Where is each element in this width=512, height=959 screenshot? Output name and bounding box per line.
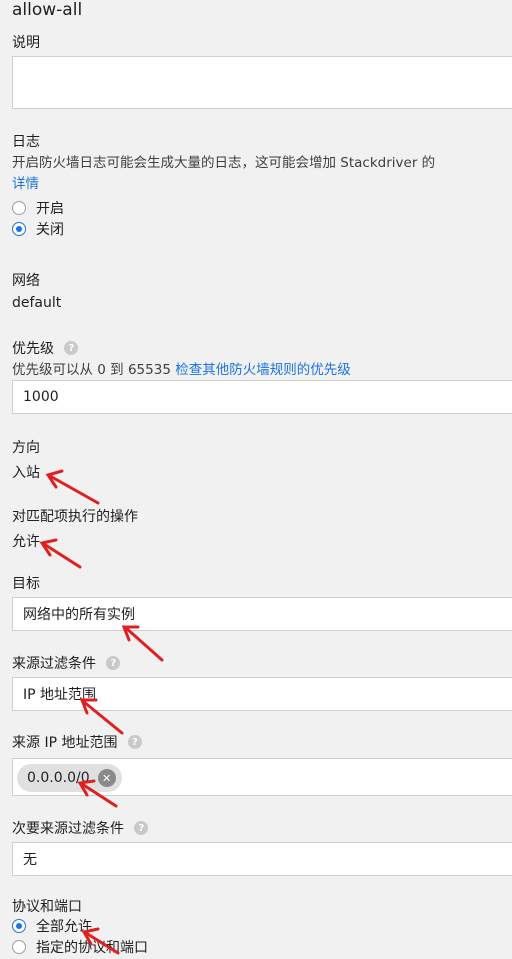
source-filter-select[interactable]: IP 地址范围 bbox=[12, 677, 512, 711]
priority-hint: 优先级可以从 0 到 65535 bbox=[12, 362, 171, 378]
protocols-option-specified-label: 指定的协议和端口 bbox=[36, 940, 148, 956]
clear-circle-icon[interactable]: ✕ bbox=[97, 769, 116, 787]
protocols-option-allow-all-label: 全部允许 bbox=[36, 919, 92, 935]
direction-label: 方向 bbox=[12, 440, 40, 456]
description-label: 说明 bbox=[12, 35, 40, 51]
priority-hint-row: 优先级可以从 0 到 65535 检查其他防火墙规则的优先级 bbox=[12, 358, 351, 378]
priority-value: 1000 bbox=[23, 389, 59, 405]
protocols-option-allow-all[interactable]: 全部允许 bbox=[12, 916, 92, 936]
secondary-filter-label-row: 次要来源过滤条件 ? bbox=[12, 818, 149, 838]
secondary-filter-value: 无 bbox=[23, 852, 37, 868]
network-label: 网络 bbox=[12, 273, 40, 289]
target-select[interactable]: 网络中的所有实例 bbox=[12, 597, 512, 631]
logs-details-link[interactable]: 详情 bbox=[12, 172, 39, 192]
radio-unchecked-icon[interactable] bbox=[12, 940, 26, 954]
source-ip-label-row: 来源 IP 地址范围 ? bbox=[12, 732, 142, 752]
red-arrow-icon bbox=[39, 538, 82, 569]
target-label: 目标 bbox=[12, 576, 40, 592]
annotation-arrows bbox=[39, 469, 164, 955]
action-label: 对匹配项执行的操作 bbox=[12, 509, 138, 525]
action-value: 允许 bbox=[12, 534, 40, 550]
secondary-filter-label: 次要来源过滤条件 bbox=[12, 821, 124, 837]
source-filter-label-row: 来源过滤条件 ? bbox=[12, 653, 121, 673]
help-circle-icon[interactable]: ? bbox=[64, 341, 79, 355]
logs-option-off-label: 关闭 bbox=[36, 222, 64, 238]
protocols-ports-label: 协议和端口 bbox=[12, 899, 82, 915]
red-arrow-icon bbox=[45, 469, 100, 505]
source-ip-chip-label: 0.0.0.0/0 bbox=[27, 770, 90, 786]
logs-option-on-label: 开启 bbox=[36, 201, 64, 217]
radio-checked-icon[interactable] bbox=[12, 919, 26, 933]
source-filter-value: IP 地址范围 bbox=[23, 687, 97, 703]
firewall-rule-name: allow-all bbox=[12, 0, 83, 20]
help-circle-icon[interactable]: ? bbox=[106, 656, 121, 670]
logs-option-off[interactable]: 关闭 bbox=[12, 219, 64, 239]
radio-unchecked-icon[interactable] bbox=[12, 201, 26, 215]
network-value: default bbox=[12, 295, 62, 311]
source-filter-label: 来源过滤条件 bbox=[12, 656, 96, 672]
radio-checked-icon[interactable] bbox=[12, 222, 26, 236]
source-ip-label: 来源 IP 地址范围 bbox=[12, 735, 118, 751]
source-ip-input[interactable]: 0.0.0.0/0 ✕ bbox=[12, 758, 512, 796]
direction-value: 入站 bbox=[12, 465, 40, 481]
red-arrow-icon bbox=[121, 625, 164, 662]
priority-label: 优先级 bbox=[12, 341, 54, 357]
priority-hint-link[interactable]: 检查其他防火墙规则的优先级 bbox=[175, 362, 351, 378]
secondary-filter-select[interactable]: 无 bbox=[12, 842, 512, 876]
logs-hint: 开启防火墙日志可能会生成大量的日志，这可能会增加 Stackdriver 的 bbox=[12, 155, 436, 171]
help-circle-icon[interactable]: ? bbox=[134, 821, 149, 835]
logs-label: 日志 bbox=[12, 134, 40, 150]
priority-input[interactable]: 1000 bbox=[12, 380, 512, 414]
source-ip-chip[interactable]: 0.0.0.0/0 ✕ bbox=[17, 764, 122, 792]
protocols-option-specified[interactable]: 指定的协议和端口 bbox=[12, 937, 148, 957]
target-value: 网络中的所有实例 bbox=[23, 607, 135, 623]
description-input[interactable] bbox=[12, 56, 512, 109]
help-circle-icon[interactable]: ? bbox=[127, 735, 142, 749]
logs-option-on[interactable]: 开启 bbox=[12, 198, 64, 218]
priority-label-row: 优先级 ? bbox=[12, 338, 79, 358]
